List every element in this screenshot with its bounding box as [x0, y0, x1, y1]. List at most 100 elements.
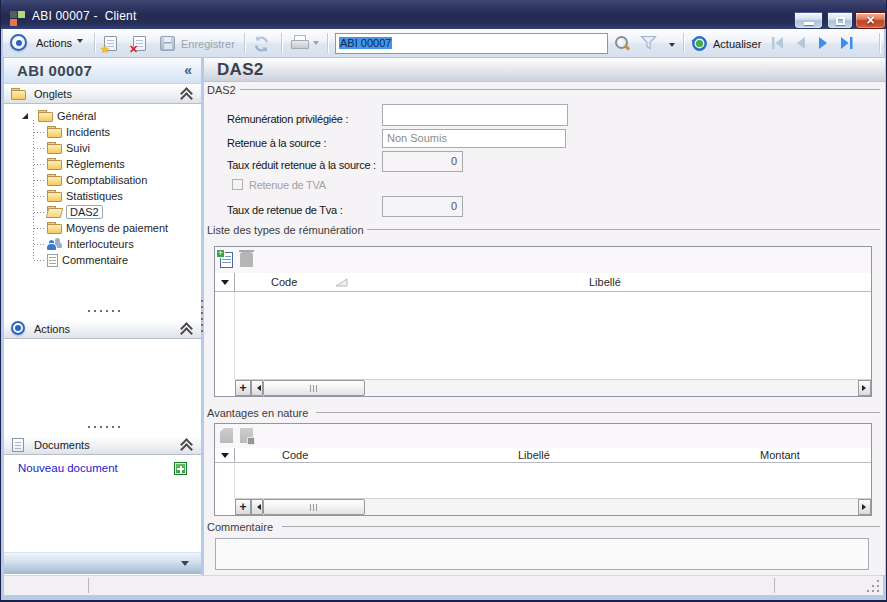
column-header-libelle[interactable]: Libellé: [589, 276, 621, 288]
grid-delete-button[interactable]: [240, 252, 253, 267]
folder-icon: [47, 158, 62, 170]
grid-add-button[interactable]: +: [220, 252, 233, 268]
new-record-button[interactable]: ★: [104, 36, 117, 51]
retenue-tva-checkbox[interactable]: [232, 179, 243, 190]
grid-add-row-button[interactable]: +: [235, 499, 251, 515]
scroll-right-button[interactable]: [858, 380, 871, 396]
group-das2-label: DAS2: [207, 84, 236, 96]
tree-item-label: Suivi: [66, 142, 90, 154]
nav-next-button[interactable]: [817, 37, 829, 49]
grid-modify-button[interactable]: [240, 428, 253, 443]
tree-item-label: Commentaire: [62, 254, 128, 266]
folder-icon: [47, 222, 62, 234]
tree-item-commentaire[interactable]: Commentaire: [47, 252, 128, 268]
column-header-libelle[interactable]: Libellé: [518, 449, 550, 461]
tree-item-reglements[interactable]: Règlements: [47, 156, 125, 172]
search-icon[interactable]: [613, 34, 630, 51]
remuneration-grid-toolbar: +: [215, 247, 871, 273]
new-star-icon: ★: [100, 43, 110, 56]
record-search-input[interactable]: ABI 00007: [335, 33, 608, 54]
scroll-track[interactable]: [365, 499, 858, 515]
sidebar-record-header: ABI 00007 «: [4, 58, 201, 84]
documents-collapse-icon[interactable]: [181, 440, 192, 451]
actions-caret-icon: [77, 39, 83, 46]
delete-record-button[interactable]: ✕: [133, 36, 146, 51]
nav-first-button[interactable]: [771, 37, 785, 49]
actions-panel-header[interactable]: Actions: [4, 320, 201, 339]
tree-item-moyens-de-paiement[interactable]: Moyens de paiement: [47, 220, 168, 236]
column-header-montant[interactable]: Montant: [760, 449, 800, 461]
panel-splitter-handle[interactable]: [88, 310, 124, 312]
close-icon: ×: [856, 13, 885, 27]
retenue-source-input[interactable]: Non Soumis: [382, 129, 566, 148]
people-icon: [47, 238, 63, 251]
scroll-track[interactable]: [365, 380, 858, 396]
onglets-panel-header[interactable]: Onglets: [4, 85, 201, 104]
taux-reduit-label: Taux réduit retenue à la source :: [227, 159, 376, 171]
grid-add-row-button[interactable]: +: [235, 380, 251, 396]
sidebar-splitter-handle[interactable]: [201, 300, 203, 334]
note-icon: [47, 254, 58, 267]
filter-dropdown-caret[interactable]: [669, 43, 675, 50]
taux-tva-input[interactable]: 0: [382, 196, 463, 217]
folder-icon: [47, 142, 62, 154]
comment-textarea[interactable]: [215, 538, 869, 570]
record-input-value: ABI 00007: [339, 37, 392, 49]
avantages-grid: Code Libellé Montant +: [214, 423, 872, 516]
scroll-right-button[interactable]: [858, 499, 871, 515]
grid-edit-button[interactable]: [220, 428, 233, 443]
documents-panel-icon: [12, 438, 24, 452]
scroll-thumb[interactable]: [263, 380, 365, 396]
minimize-button[interactable]: [794, 12, 823, 29]
status-bar: [4, 575, 883, 595]
avantages-grid-toolbar: [215, 424, 871, 448]
sidebar-scroll-down-bar[interactable]: [4, 552, 201, 574]
tree-expand-icon[interactable]: [22, 113, 28, 119]
actions-collapse-icon[interactable]: [181, 324, 192, 335]
panel-splitter-handle[interactable]: [88, 426, 124, 428]
column-header-code[interactable]: Code: [271, 276, 297, 288]
grid-gutter[interactable]: [215, 273, 235, 291]
documents-panel-header[interactable]: Documents: [4, 436, 201, 455]
scroll-left-button[interactable]: [251, 380, 263, 396]
refresh-button[interactable]: [253, 36, 270, 52]
taux-reduit-input[interactable]: 0: [382, 151, 463, 172]
actions-icon[interactable]: [10, 34, 27, 51]
tree-item-statistiques[interactable]: Statistiques: [47, 188, 123, 204]
sidebar-collapse-button[interactable]: «: [184, 62, 192, 78]
save-icon: [160, 36, 175, 51]
print-button[interactable]: [291, 37, 307, 51]
new-document-link[interactable]: Nouveau document: [18, 462, 118, 474]
print-dropdown-caret[interactable]: [313, 41, 319, 48]
resize-grip[interactable]: [867, 580, 879, 592]
nav-previous-button[interactable]: [795, 37, 807, 49]
scroll-thumb[interactable]: [263, 499, 365, 515]
onglets-collapse-icon[interactable]: [181, 89, 192, 100]
remuneration-input[interactable]: [382, 104, 568, 126]
close-button[interactable]: ×: [855, 12, 886, 29]
tree-item-suivi[interactable]: Suivi: [47, 140, 90, 156]
tree-item-label: Interlocuteurs: [67, 238, 134, 250]
tree-item-interlocuteurs[interactable]: Interlocuteurs: [47, 236, 134, 252]
tree-item-das2[interactable]: DAS2: [47, 204, 103, 220]
app-icon: [10, 11, 26, 27]
save-label: Enregistrer: [181, 38, 235, 50]
tree-item-label: Statistiques: [66, 190, 123, 202]
maximize-button[interactable]: [827, 12, 853, 29]
scroll-left-button[interactable]: [251, 499, 263, 515]
actions-menu-button[interactable]: Actions: [36, 37, 83, 49]
new-document-add-button[interactable]: [174, 462, 187, 475]
folder-icon: [38, 110, 53, 122]
taux-tva-label: Taux de retenue de Tva :: [227, 204, 343, 216]
column-header-code[interactable]: Code: [282, 449, 308, 461]
save-button[interactable]: Enregistrer: [160, 36, 235, 51]
group-commentaire-label: Commentaire: [207, 521, 273, 533]
delete-x-icon: ✕: [129, 43, 138, 56]
nav-last-button[interactable]: [840, 37, 854, 49]
grid-gutter[interactable]: [215, 448, 235, 462]
actualiser-button[interactable]: [691, 35, 708, 52]
row-selector-icon: [221, 280, 229, 289]
tree-item-comptabilisation[interactable]: Comptabilisation: [47, 172, 147, 188]
tree-item-incidents[interactable]: Incidents: [47, 124, 110, 140]
filter-icon[interactable]: [640, 35, 657, 50]
